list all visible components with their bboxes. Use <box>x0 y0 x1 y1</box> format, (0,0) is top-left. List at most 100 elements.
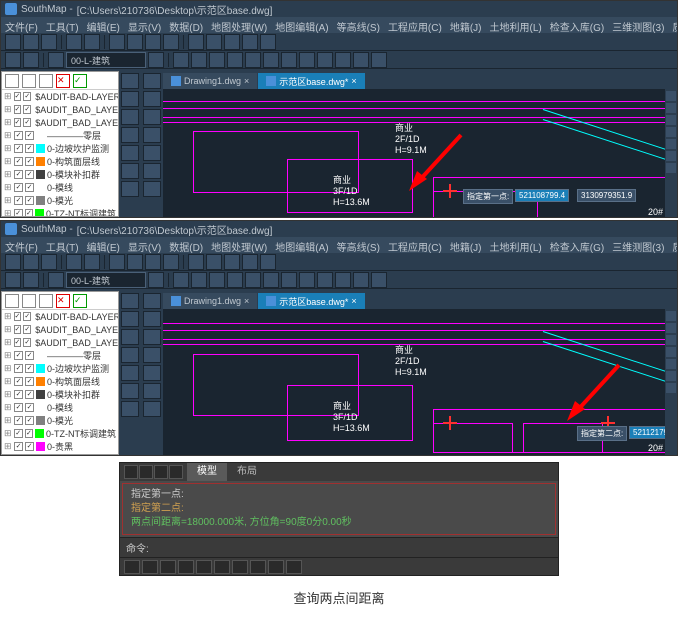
ltool-btn[interactable] <box>143 347 161 363</box>
tool-btn[interactable] <box>335 52 351 68</box>
layer-item[interactable]: ⊞✓✓$AUDIT_BAD_LAYER2 <box>2 323 118 336</box>
tool-btn[interactable] <box>23 52 39 68</box>
ltool-btn[interactable] <box>143 109 161 125</box>
rtool-btn[interactable] <box>666 127 676 137</box>
nav-last-icon[interactable] <box>169 465 183 479</box>
layer-item[interactable]: ⊞✓✓————零层 <box>2 129 118 142</box>
status-btn[interactable] <box>142 560 158 574</box>
ltool-btn[interactable] <box>121 383 139 399</box>
layer-item[interactable]: ⊞✓✓$AUDIT_BAD_LAYER2 <box>2 103 118 116</box>
tool-btn[interactable] <box>188 34 204 50</box>
cmd-prompt[interactable]: 命令: <box>120 537 558 557</box>
menu-item[interactable]: 文件(F) <box>5 19 38 31</box>
nav-next-icon[interactable] <box>154 465 168 479</box>
tool-btn[interactable] <box>127 254 143 270</box>
doc-tab[interactable]: 示范区base.dwg*× <box>258 293 364 309</box>
close-icon[interactable]: × <box>351 76 356 86</box>
tool-btn[interactable] <box>353 272 369 288</box>
tool-btn[interactable] <box>173 272 189 288</box>
status-btn[interactable] <box>268 560 284 574</box>
tool-btn[interactable] <box>371 52 387 68</box>
layer-head-icon[interactable] <box>39 294 53 308</box>
menu-item[interactable]: 地图处理(W) <box>211 239 267 251</box>
ltool-btn[interactable] <box>121 163 139 179</box>
layer-combo[interactable]: 00-L-建筑 <box>66 52 146 68</box>
tool-btn[interactable] <box>206 34 222 50</box>
rtool-btn[interactable] <box>666 151 676 161</box>
tool-btn[interactable] <box>84 34 100 50</box>
layer-item[interactable]: ⊞✓✓0-贵⿊ <box>2 440 118 453</box>
draw-area[interactable]: 商业2F/1DH=9.1M 商业3F/1DH=13.6M 20# 指定第二点: … <box>163 309 665 455</box>
close-icon[interactable]: × <box>244 76 249 86</box>
menu-item[interactable]: 地图编辑(A) <box>275 239 328 251</box>
tool-btn[interactable] <box>242 34 258 50</box>
menu-item[interactable]: 质检(Q) <box>672 239 677 251</box>
check-icon[interactable]: ✓ <box>73 74 87 88</box>
tool-btn[interactable] <box>23 272 39 288</box>
layer-item[interactable]: ⊞✓✓$AUDIT-BAD-LAYER <box>2 310 118 323</box>
ltool-btn[interactable] <box>143 311 161 327</box>
rtool-btn[interactable] <box>666 163 676 173</box>
tool-btn[interactable] <box>84 254 100 270</box>
tool-btn[interactable] <box>41 34 57 50</box>
tool-btn[interactable] <box>263 272 279 288</box>
layer-item[interactable]: ⊞✓✓0-边坡坎护监测 <box>2 362 118 375</box>
rtool-btn[interactable] <box>666 383 676 393</box>
tool-btn[interactable] <box>127 34 143 50</box>
tool-btn[interactable] <box>260 34 276 50</box>
layer-item[interactable]: ⊞✓✓$AUDIT_BAD_LAYER3 <box>2 336 118 349</box>
layer-list[interactable]: ⊞✓✓$AUDIT-BAD-LAYER⊞✓✓$AUDIT_BAD_LAYER2⊞… <box>2 310 118 455</box>
rtool-btn[interactable] <box>666 311 676 321</box>
rtool-btn[interactable] <box>666 335 676 345</box>
rtool-btn[interactable] <box>666 371 676 381</box>
layer-combo[interactable]: 00-L-建筑 <box>66 272 146 288</box>
layer-item[interactable]: ⊞✓✓0-TZ-NT标调建筑 <box>2 207 118 217</box>
layer-item[interactable]: ⊞✓✓0-模光 <box>2 194 118 207</box>
tool-btn[interactable] <box>224 254 240 270</box>
layer-item[interactable]: ⊞✓✓0-构筑面层线 <box>2 375 118 388</box>
drawing-canvas[interactable]: Drawing1.dwg×示范区base.dwg*× 商业2F/1DH=9.1M… <box>163 71 677 217</box>
tool-btn[interactable] <box>317 272 333 288</box>
tool-btn[interactable] <box>245 272 261 288</box>
tool-btn[interactable] <box>227 52 243 68</box>
menu-item[interactable]: 土地利用(L) <box>490 239 542 251</box>
ltool-btn[interactable] <box>121 91 139 107</box>
layer-item[interactable]: ⊞✓✓$AUDIT_BAD_LAYER3 <box>2 116 118 129</box>
status-btn[interactable] <box>286 560 302 574</box>
ltool-btn[interactable] <box>143 127 161 143</box>
tool-btn[interactable] <box>48 52 64 68</box>
ltool-btn[interactable] <box>121 127 139 143</box>
tool-btn[interactable] <box>209 52 225 68</box>
close-icon[interactable]: ✕ <box>56 294 70 308</box>
ltool-btn[interactable] <box>121 329 139 345</box>
tool-btn[interactable] <box>163 34 179 50</box>
ltool-btn[interactable] <box>121 401 139 417</box>
tool-btn[interactable] <box>191 272 207 288</box>
tab-model[interactable]: 模型 <box>187 463 227 481</box>
tool-btn[interactable] <box>163 254 179 270</box>
tool-btn[interactable] <box>335 272 351 288</box>
menu-item[interactable]: 地图编辑(A) <box>275 19 328 31</box>
tool-btn[interactable] <box>23 254 39 270</box>
tool-btn[interactable] <box>148 272 164 288</box>
layer-list[interactable]: ⊞✓✓$AUDIT-BAD-LAYER⊞✓✓$AUDIT_BAD_LAYER2⊞… <box>2 90 118 217</box>
rtool-btn[interactable] <box>666 139 676 149</box>
status-btn[interactable] <box>124 560 140 574</box>
status-btn[interactable] <box>214 560 230 574</box>
doc-tab[interactable]: Drawing1.dwg× <box>163 73 257 89</box>
tool-btn[interactable] <box>299 52 315 68</box>
menu-item[interactable]: 三维测图(3) <box>612 239 664 251</box>
rtool-btn[interactable] <box>666 359 676 369</box>
menu-item[interactable]: 质检(Q) <box>672 19 677 31</box>
tool-btn[interactable] <box>245 52 261 68</box>
layer-item[interactable]: ⊞✓✓0-构筑面层线 <box>2 155 118 168</box>
ltool-btn[interactable] <box>143 383 161 399</box>
status-btn[interactable] <box>250 560 266 574</box>
layer-item[interactable]: ⊞✓✓0-边坡坎护监测 <box>2 142 118 155</box>
tool-btn[interactable] <box>145 254 161 270</box>
tool-btn[interactable] <box>260 254 276 270</box>
menu-item[interactable]: 数据(D) <box>169 19 203 31</box>
layer-item[interactable]: ⊞✓✓$AUDIT-BAD-LAYER <box>2 90 118 103</box>
menu-item[interactable]: 编辑(E) <box>87 19 120 31</box>
tool-btn[interactable] <box>353 52 369 68</box>
